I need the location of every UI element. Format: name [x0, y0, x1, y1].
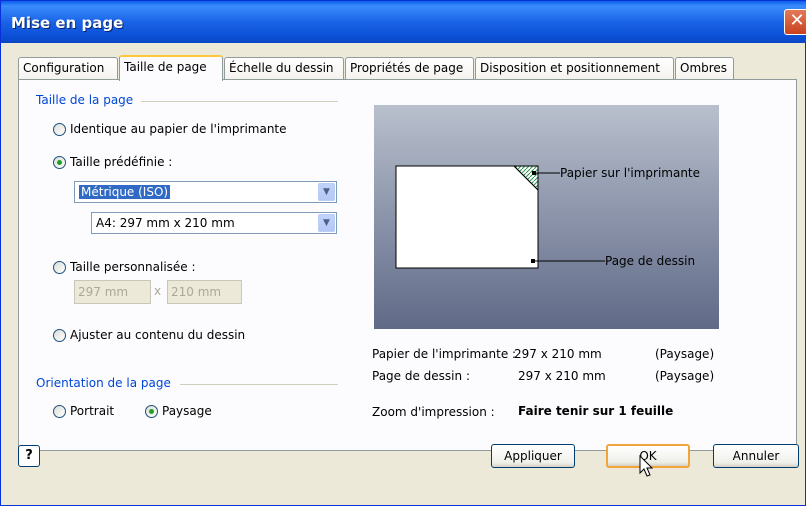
page-preview: Papier sur l'imprimante Page de dessin	[374, 105, 719, 329]
radio-portrait[interactable]: Portrait	[53, 404, 114, 418]
radio-landscape[interactable]: Paysage	[145, 404, 212, 418]
printer-paper-info-label: Papier de l'imprimante :	[372, 347, 517, 361]
standard-select-value: Métrique (ISO)	[79, 185, 171, 199]
apply-button[interactable]: Appliquer	[491, 444, 575, 468]
tab-page-size[interactable]: Taille de page	[119, 55, 223, 81]
group-divider	[141, 101, 338, 102]
help-button[interactable]: ?	[18, 445, 40, 467]
cancel-button[interactable]: Annuler	[713, 444, 799, 468]
custom-width-input[interactable]: 297 mm	[74, 280, 151, 304]
tab-configuration[interactable]: Configuration	[18, 57, 118, 79]
drawing-page-info-orient: (Paysage)	[655, 369, 715, 383]
radio-label: Ajuster au contenu du dessin	[70, 328, 246, 342]
page-size-group-label: Taille de la page	[36, 93, 138, 107]
radio-button[interactable]	[145, 404, 158, 418]
help-icon: ?	[25, 448, 33, 463]
tab-drawing-scale[interactable]: Échelle du dessin	[224, 57, 344, 79]
radio-label: Taille personnalisée :	[70, 260, 196, 274]
drawing-page-rect	[395, 165, 539, 269]
drawing-page-handle	[531, 259, 535, 263]
printer-paper-handle	[532, 171, 536, 175]
orientation-group-label: Orientation de la page	[36, 376, 175, 390]
radio-label: Paysage	[162, 404, 212, 418]
radio-predefined-size[interactable]: Taille prédéfinie :	[53, 155, 172, 169]
paper-size-select-value: A4: 297 mm x 210 mm	[96, 216, 235, 230]
size-separator: x	[154, 284, 162, 298]
printer-paper-info-size: 297 x 210 mm	[514, 347, 602, 361]
tab-shadows[interactable]: Ombres	[675, 57, 734, 79]
drawing-page-info-size: 297 x 210 mm	[518, 369, 606, 383]
printer-paper-info-orient: (Paysage)	[655, 347, 715, 361]
radio-fit-to-drawing[interactable]: Ajuster au contenu du dessin	[53, 328, 245, 342]
radio-label: Taille prédéfinie :	[70, 155, 173, 169]
preview-printer-paper-label: Papier sur l'imprimante	[560, 166, 701, 180]
radio-label: Portrait	[70, 404, 115, 418]
tab-layout-routing[interactable]: Disposition et positionnement	[475, 57, 674, 79]
radio-button[interactable]	[53, 155, 66, 169]
chevron-down-icon[interactable]: ▼	[318, 183, 335, 201]
print-zoom-label: Zoom d'impression :	[372, 405, 495, 419]
chevron-down-icon[interactable]: ▼	[318, 214, 335, 232]
mouse-cursor-icon	[639, 455, 654, 477]
radio-custom-size[interactable]: Taille personnalisée :	[53, 260, 196, 274]
title-bar[interactable]: Mise en page ✕	[1, 1, 806, 43]
drawing-page-info-label: Page de dessin :	[372, 369, 470, 383]
radio-label: Identique au papier de l'imprimante	[70, 122, 287, 136]
radio-same-as-printer[interactable]: Identique au papier de l'imprimante	[53, 122, 287, 136]
close-icon: ✕	[789, 10, 805, 31]
page-setup-dialog: Mise en page ✕ Configuration Taille de p…	[0, 0, 806, 506]
window-title: Mise en page	[11, 14, 124, 32]
preview-drawing-page-label: Page de dessin	[605, 254, 696, 268]
radio-button[interactable]	[53, 404, 66, 418]
custom-height-input[interactable]: 210 mm	[167, 280, 242, 304]
radio-button[interactable]	[53, 328, 66, 342]
tab-page-properties[interactable]: Propriétés de page	[345, 57, 474, 79]
radio-button[interactable]	[53, 260, 66, 274]
preview-drawing	[395, 165, 605, 269]
close-button[interactable]: ✕	[784, 9, 806, 35]
radio-button[interactable]	[53, 122, 66, 136]
print-zoom-value: Faire tenir sur 1 feuille	[518, 404, 674, 418]
paper-size-select[interactable]: A4: 297 mm x 210 mm ▼	[91, 212, 337, 234]
group-divider	[180, 384, 338, 385]
standard-select[interactable]: Métrique (ISO) ▼	[74, 181, 337, 203]
